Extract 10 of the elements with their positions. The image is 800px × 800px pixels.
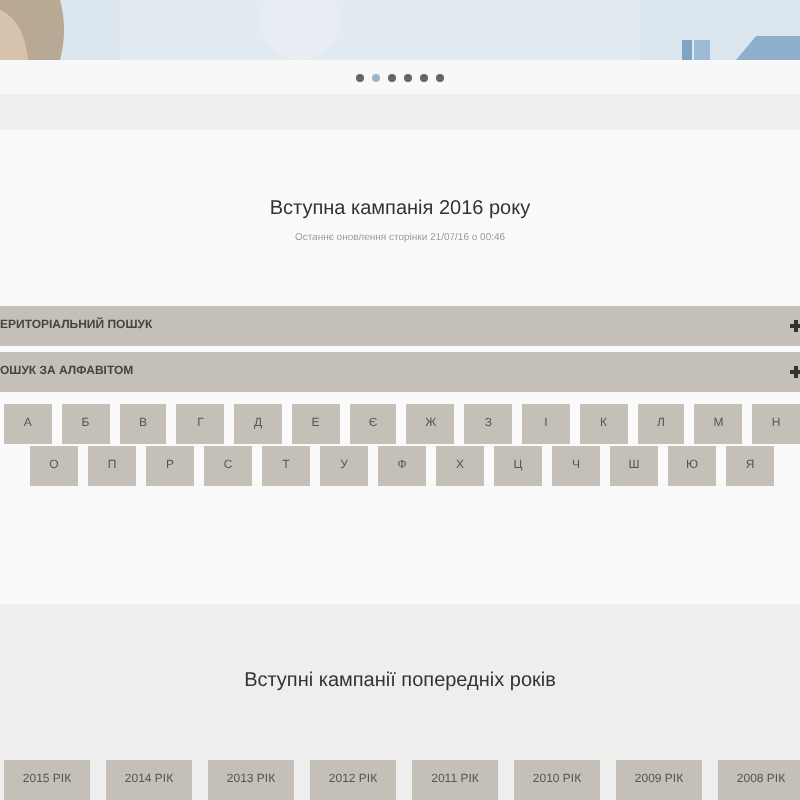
section-title: Вступні кампанії попередніх років <box>242 668 558 696</box>
carousel-dot[interactable] <box>404 73 412 81</box>
carousel-dot[interactable] <box>420 73 428 81</box>
plus-icon <box>790 366 800 378</box>
carousel-dot[interactable] <box>388 73 396 81</box>
section-title: Вступна кампанія 2016 року <box>267 196 533 224</box>
carousel-dot[interactable] <box>372 73 380 81</box>
carousel-dot[interactable] <box>436 73 444 81</box>
carousel-dot[interactable] <box>356 73 364 81</box>
plus-icon <box>790 320 800 332</box>
